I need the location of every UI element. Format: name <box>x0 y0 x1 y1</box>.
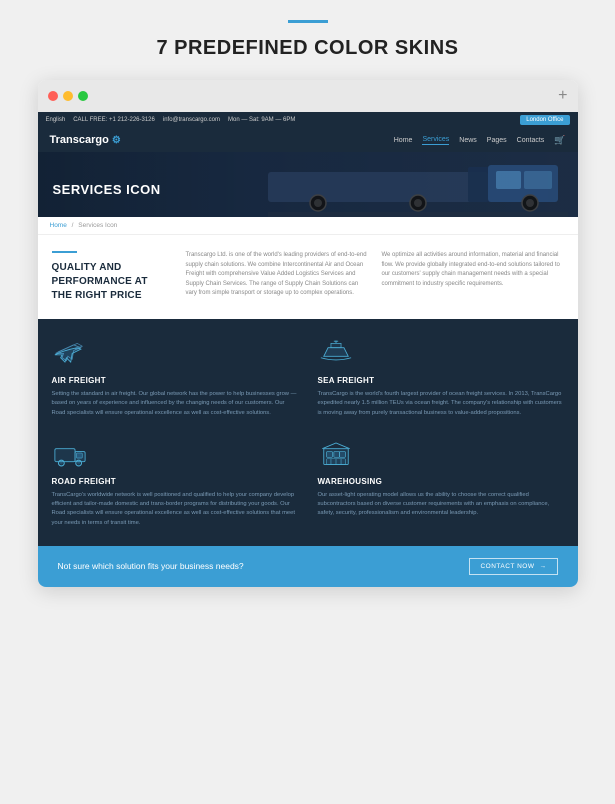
hours-label: Mon — Sat: 9AM — 6PM <box>228 117 295 123</box>
site-hero: SERVICES ICON <box>38 152 578 217</box>
breadcrumb-current: Services Icon <box>78 222 117 229</box>
service-warehouse-desc: Our asset-light operating model allows u… <box>318 491 564 519</box>
service-air-desc: Setting the standard in air freight. Our… <box>52 390 298 418</box>
browser-chrome: + <box>38 80 578 112</box>
truck-icon <box>52 438 88 468</box>
plane-icon <box>52 337 88 367</box>
cta-bar: Not sure which solution fits your busine… <box>38 546 578 587</box>
content-heading: QUALITY AND PERFORMANCE AT THE RIGHT PRI… <box>52 261 172 303</box>
service-road-title: ROAD FREIGHT <box>52 477 298 486</box>
breadcrumb-separator: / <box>72 222 74 229</box>
page-heading: 7 PREDEFINED COLOR SKINS <box>156 37 458 60</box>
warehouse-icon <box>318 438 354 468</box>
dot-yellow[interactable] <box>63 91 73 101</box>
site-topbar: English CALL FREE: +1 212-226-3126 info@… <box>38 112 578 128</box>
service-air-freight: AIR FREIGHT Setting the standard in air … <box>52 337 298 418</box>
content-section: QUALITY AND PERFORMANCE AT THE RIGHT PRI… <box>38 235 578 319</box>
service-warehouse-title: WAREHOUSING <box>318 477 564 486</box>
nav-services[interactable]: Services <box>422 136 449 145</box>
services-section: AIR FREIGHT Setting the standard in air … <box>38 319 578 546</box>
browser-dots <box>48 91 88 101</box>
dot-red[interactable] <box>48 91 58 101</box>
cta-button-label: CONTACT NOW <box>480 563 534 570</box>
nav-cart-icon: 🛒 <box>554 135 565 146</box>
nav-pages[interactable]: Pages <box>487 137 507 144</box>
nav-home[interactable]: Home <box>394 137 413 144</box>
service-sea-title: SEA FREIGHT <box>318 376 564 385</box>
nav-contacts[interactable]: Contacts <box>517 137 545 144</box>
hero-truck-image <box>268 157 568 217</box>
site-nav: Home Services News Pages Contacts 🛒 <box>394 135 566 146</box>
service-air-title: AIR FREIGHT <box>52 376 298 385</box>
top-accent-line <box>288 20 328 23</box>
topbar-left: English CALL FREE: +1 212-226-3126 info@… <box>46 117 296 123</box>
hero-title: SERVICES ICON <box>53 182 161 197</box>
language-selector[interactable]: English <box>46 117 66 123</box>
content-body-left: Transcargo Ltd. is one of the world's le… <box>186 251 368 303</box>
logo-text: Transcargo <box>50 134 109 146</box>
site-logo: Transcargo ⚙ <box>50 134 121 146</box>
page-wrapper: 7 PREDEFINED COLOR SKINS + English CALL … <box>0 0 615 617</box>
service-warehousing: WAREHOUSING Our asset-light operating mo… <box>318 438 564 528</box>
nav-news[interactable]: News <box>459 137 477 144</box>
service-sea-freight: SEA FREIGHT TransCargo is the world's fo… <box>318 337 564 418</box>
office-button[interactable]: London Office <box>520 115 569 125</box>
browser-mockup: + English CALL FREE: +1 212-226-3126 inf… <box>38 80 578 587</box>
ship-icon <box>318 337 354 367</box>
service-sea-desc: TransCargo is the world's fourth largest… <box>318 390 564 418</box>
browser-plus-button[interactable]: + <box>558 88 567 104</box>
service-road-freight: ROAD FREIGHT TransCargo's worldwide netw… <box>52 438 298 528</box>
email-label: info@transcargo.com <box>163 117 220 123</box>
dot-green[interactable] <box>78 91 88 101</box>
content-left: QUALITY AND PERFORMANCE AT THE RIGHT PRI… <box>52 251 172 303</box>
logo-icon: ⚙ <box>112 135 121 146</box>
cta-arrow-icon: → <box>540 563 547 570</box>
site-navbar: Transcargo ⚙ Home Services News Pages Co… <box>38 128 578 152</box>
content-accent-line <box>52 251 77 253</box>
breadcrumb-bar: Home / Services Icon <box>38 217 578 235</box>
breadcrumb-home[interactable]: Home <box>50 222 67 229</box>
cta-button[interactable]: CONTACT NOW → <box>469 558 557 575</box>
content-body-right: We optimize all activities around inform… <box>382 251 564 303</box>
cta-text: Not sure which solution fits your busine… <box>58 561 244 571</box>
phone-label: CALL FREE: +1 212-226-3126 <box>73 117 155 123</box>
service-road-desc: TransCargo's worldwide network is well p… <box>52 491 298 528</box>
